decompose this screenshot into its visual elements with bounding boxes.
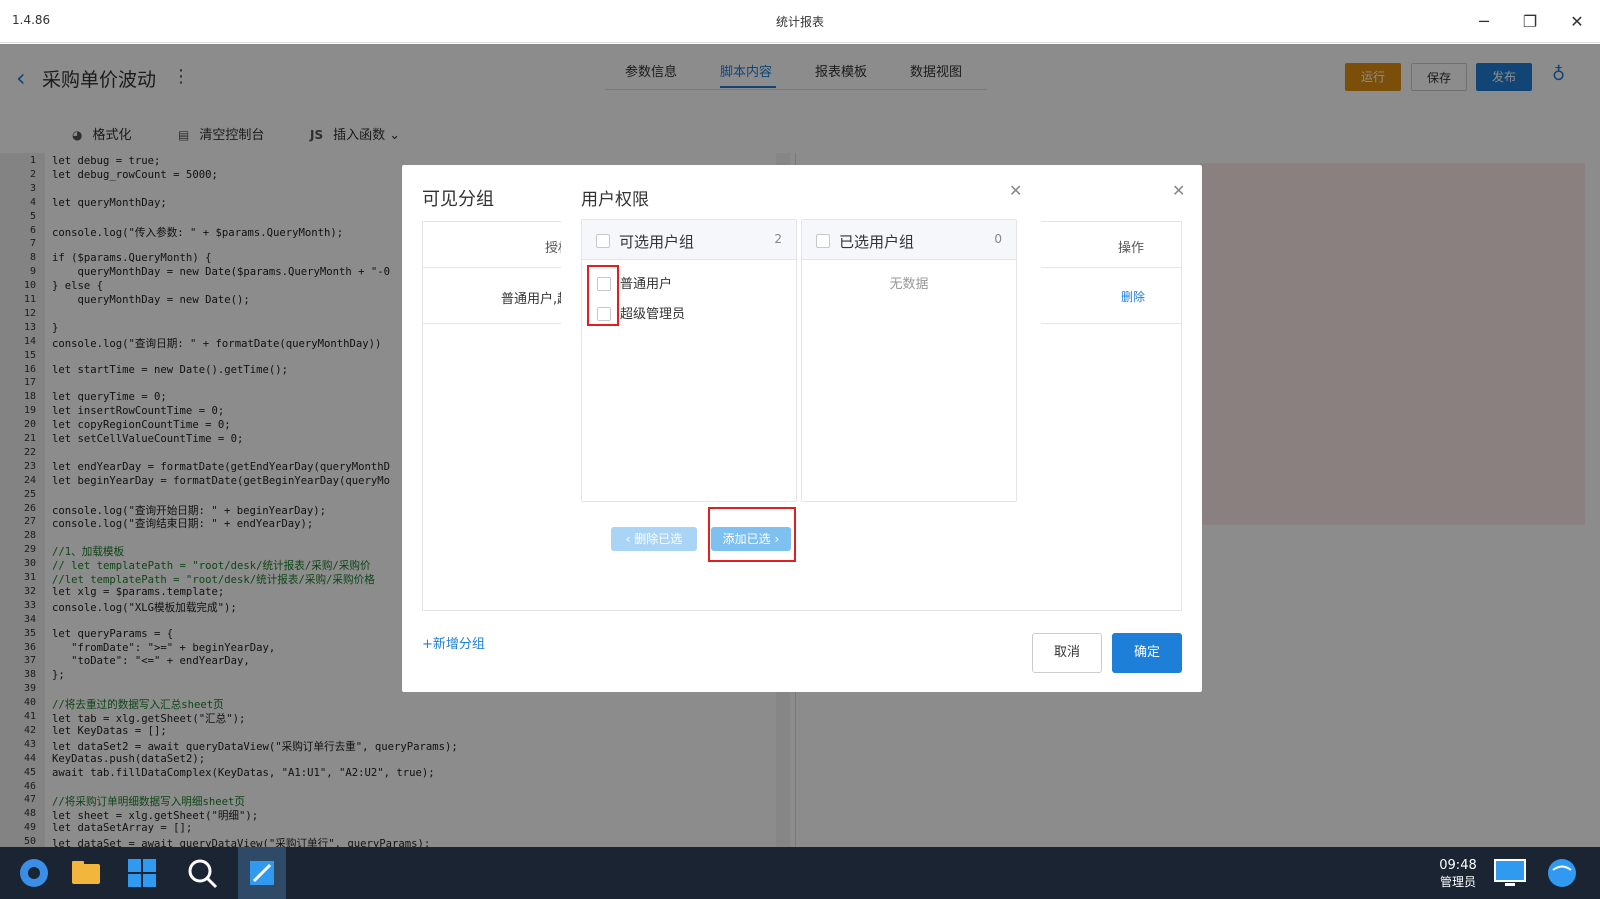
empty-text: 无数据	[889, 277, 929, 292]
selected-groups-panel: 已选用户组 0 无数据	[801, 219, 1017, 502]
col-op: 操作	[1118, 241, 1145, 256]
remove-selected-button[interactable]: ‹ 删除已选	[611, 527, 697, 551]
list-item[interactable]: 普通用户	[620, 273, 672, 292]
active-app-tile[interactable]	[238, 847, 286, 899]
clock-time: 09:48	[1439, 858, 1477, 873]
folder-icon[interactable]	[68, 855, 104, 891]
highlight-add-button	[708, 507, 796, 562]
close-icon[interactable]: ✕	[1172, 181, 1185, 200]
visible-group-title: 可见分组	[422, 189, 494, 210]
panel-title: 已选用户组	[839, 233, 915, 251]
highlight-checkboxes	[587, 265, 619, 326]
panel-title: 可选用户组	[619, 233, 695, 251]
clock-user: 管理员	[1439, 875, 1476, 889]
row-users: 普通用户,超	[501, 292, 571, 307]
windows-start-icon[interactable]	[124, 855, 160, 891]
taskbar-clock: 09:48 管理员	[1428, 858, 1488, 890]
restore-button[interactable]: ❐	[1518, 10, 1542, 34]
available-groups-panel: 可选用户组 2 普通用户 超级管理员	[581, 219, 797, 502]
remove-label: 删除已选	[634, 532, 683, 546]
close-window-button[interactable]: ✕	[1565, 10, 1589, 34]
report-app-icon	[250, 861, 274, 885]
remote-desktop-icon[interactable]	[1492, 855, 1528, 891]
panel-count: 2	[774, 232, 782, 246]
window-titlebar: 1.4.86 统计报表 ─ ❐ ✕	[0, 0, 1600, 43]
close-icon[interactable]: ✕	[1009, 181, 1022, 200]
cancel-button[interactable]: 取消	[1032, 633, 1102, 673]
dialog-title: 用户权限	[581, 190, 649, 210]
panel-header: 已选用户组 0	[802, 220, 1016, 260]
taskbar	[0, 847, 1600, 899]
window-title: 统计报表	[775, 15, 824, 29]
chevron-left-icon: ‹	[625, 532, 635, 546]
ok-button[interactable]: 确定	[1112, 633, 1182, 673]
app-launcher-icon[interactable]	[16, 855, 52, 891]
network-icon[interactable]	[1544, 855, 1580, 891]
select-all-checkbox[interactable]	[596, 234, 610, 248]
delete-link[interactable]: 删除	[1121, 288, 1145, 305]
search-icon[interactable]	[184, 855, 220, 891]
minimize-button[interactable]: ─	[1472, 10, 1496, 34]
select-all-checkbox[interactable]	[816, 234, 830, 248]
panel-count: 0	[994, 232, 1002, 246]
list-item[interactable]: 超级管理员	[620, 303, 685, 322]
panel-header: 可选用户组 2	[582, 220, 796, 260]
add-group-link[interactable]: +新增分组	[422, 633, 485, 652]
user-permission-dialog: 用户权限 ✕ 可选用户组 2 普通用户 超级管理员 已选用户组 0 无数据 ‹ …	[561, 165, 1041, 567]
